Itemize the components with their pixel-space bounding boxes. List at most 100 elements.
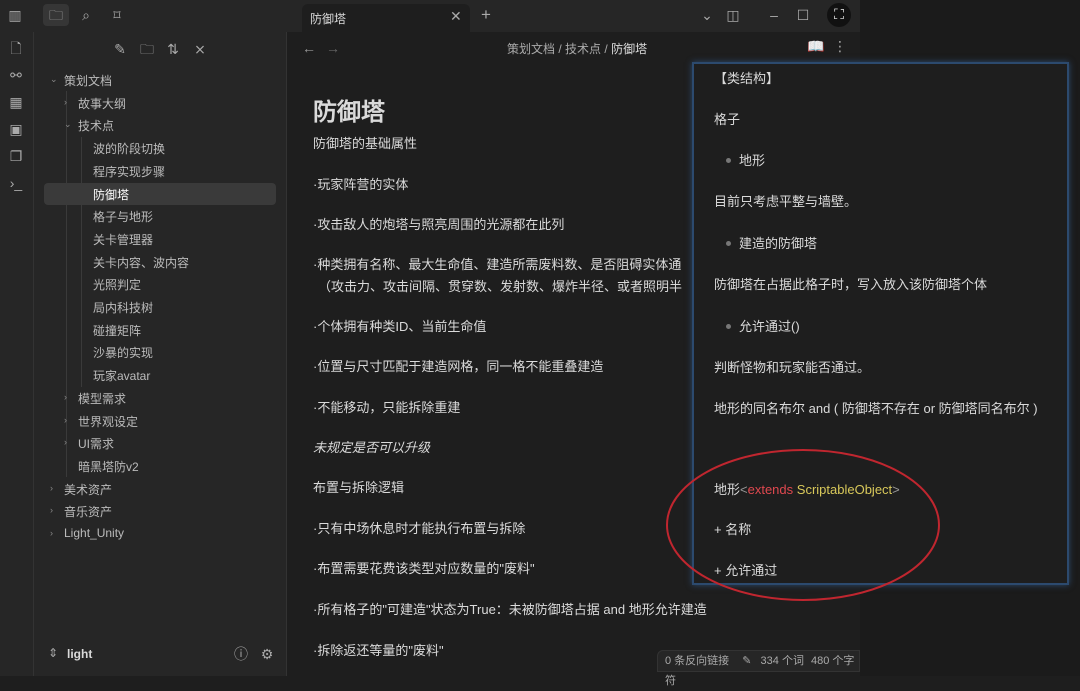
file-tree-item[interactable]: 玩家avatar	[93, 367, 150, 384]
bullet-icon	[726, 324, 731, 329]
chevron-icon[interactable]: ›	[50, 528, 53, 538]
bookmark-icon[interactable]: ⌑	[106, 4, 128, 26]
chevron-icon[interactable]: ›	[64, 415, 67, 425]
forward-icon[interactable]: →	[326, 40, 340, 56]
file-tree-item[interactable]: 碰撞矩阵	[93, 322, 141, 339]
settings-icon[interactable]: ⚙	[256, 643, 278, 665]
chevron-icon[interactable]: ⌄	[50, 74, 58, 85]
ribbon: 🗋 ⚯ ▦ ▣ ❐ ›_	[0, 32, 34, 676]
search-icon[interactable]: ⌕	[75, 4, 97, 26]
note-line: （攻击力、攻击间隔、贯穿数、发射数、爆炸半径、或者照明半	[318, 279, 683, 294]
note-line: ·拆除返还等量的"废料"	[313, 643, 444, 658]
graph-icon[interactable]: ⚯	[5, 64, 27, 86]
vault-name[interactable]: light	[67, 647, 92, 661]
note-line: ·布置需要花费该类型对应数量的"废料"	[313, 561, 535, 576]
bullet-icon	[726, 241, 731, 246]
breadcrumb-note: 防御塔	[611, 42, 648, 56]
file-tree-item[interactable]: 沙暴的实现	[93, 344, 153, 361]
popup-text: 判断怪物和玩家能否通过。	[714, 360, 871, 375]
note-line: ·位置与尺寸匹配于建造网格，同一格不能重叠建造	[313, 359, 604, 374]
file-tree-item[interactable]: 光照判定	[93, 276, 141, 293]
chevron-icon[interactable]: ›	[50, 483, 53, 493]
tab-active[interactable]: 防御塔 ✕	[302, 4, 470, 32]
sidebar-toggle-icon[interactable]: ▥	[4, 4, 26, 26]
word-count: 334 个词	[760, 655, 804, 667]
chevron-icon[interactable]: ›	[64, 392, 67, 402]
collapse-all-icon[interactable]: ⨯	[189, 38, 211, 60]
file-tree-item[interactable]: 波的阶段切换	[93, 140, 165, 157]
chevron-down-icon[interactable]: ⌄	[696, 4, 718, 26]
note-line: ·攻击敌人的炮塔与照亮周围的光源都在此列	[313, 217, 565, 232]
title-bar: ▥ 🗀 ⌕ ⌑ 防御塔 ✕ + ⌄ ◫ – ☐ ⛶	[0, 0, 860, 32]
file-tree-item[interactable]: 故事大纲	[78, 95, 126, 112]
folder-icon[interactable]: 🗀	[43, 4, 69, 26]
popup-bullet: 地形	[739, 153, 766, 168]
file-tree-item[interactable]: 关卡内容、波内容	[93, 254, 189, 271]
breadcrumb-subfolder[interactable]: 技术点	[565, 42, 601, 56]
annotation-ellipse	[666, 449, 940, 601]
note-line: ·玩家阵营的实体	[313, 177, 409, 192]
new-note-icon[interactable]: ✎	[109, 38, 131, 60]
tree-guide	[81, 137, 82, 387]
new-tab-button[interactable]: +	[475, 4, 497, 26]
popup-text: 地形的同名布尔 and ( 防御塔不存在 or 防御塔同名布尔 )	[714, 401, 1038, 416]
minimize-icon[interactable]: –	[763, 4, 785, 26]
quick-switch-icon[interactable]: 🗋	[5, 37, 27, 59]
note-line: 防御塔的基础属性	[313, 136, 418, 151]
chevron-icon[interactable]: ›	[64, 97, 67, 107]
file-tree-item[interactable]: 关卡管理器	[93, 231, 153, 248]
more-options-icon[interactable]: ⋮	[833, 38, 847, 55]
note-line: ·不能移动，只能拆除重建	[313, 400, 461, 415]
popup-bullet: 允许通过()	[739, 319, 800, 334]
help-icon[interactable]: ⓘ	[230, 643, 252, 665]
sort-icon[interactable]: ⇅	[162, 38, 184, 60]
file-tree-item[interactable]: 模型需求	[78, 390, 126, 407]
reading-view-icon[interactable]: 📖	[807, 38, 824, 55]
back-icon[interactable]: ←	[302, 40, 316, 56]
copy-icon[interactable]: ❐	[5, 145, 27, 167]
calendar-icon[interactable]: ▣	[5, 118, 27, 140]
file-tree-item[interactable]: 策划文档	[64, 72, 112, 89]
note-title: 防御塔	[313, 99, 385, 126]
popup-bullet: 建造的防御塔	[739, 236, 818, 251]
chevron-icon[interactable]: ⌄	[64, 119, 72, 130]
breadcrumb-sep: /	[558, 42, 562, 56]
note-line: ·所有格子的"可建造"状态为True：未被防御塔占据 and 地形允许建造	[313, 602, 707, 617]
canvas-icon[interactable]: ▦	[5, 91, 27, 113]
note-line: ·个体拥有种类ID、当前生命值	[313, 319, 487, 334]
file-tree-item[interactable]: 防御塔	[93, 186, 129, 203]
popup-text: 防御塔在占据此格子时，写入放入该防御塔个体	[714, 277, 988, 292]
note-line: 布置与拆除逻辑	[313, 480, 405, 495]
file-tree-item[interactable]: UI需求	[78, 435, 114, 452]
file-tree-item[interactable]: Light_Unity	[64, 526, 124, 540]
file-tree-item[interactable]: 格子与地形	[93, 208, 153, 225]
maximize-icon[interactable]: ☐	[792, 4, 814, 26]
file-tree-item[interactable]: 音乐资产	[64, 503, 112, 520]
tab-title: 防御塔	[310, 12, 347, 26]
status-bar: 0 条反向链接 ✎ 334 个词 480 个字符	[657, 650, 860, 687]
terminal-icon[interactable]: ›_	[5, 172, 27, 194]
file-explorer: ✎ 🗀 ⇅ ⨯ ⇕ light ⓘ ⚙	[34, 32, 287, 676]
chevron-icon[interactable]: ›	[50, 505, 53, 515]
backlinks-count[interactable]: 0 条反向链接	[665, 655, 729, 667]
popup-heading: 【类结构】	[714, 71, 780, 86]
file-tree-item[interactable]: 暗黑塔防v2	[78, 458, 139, 475]
chevron-icon[interactable]: ›	[64, 437, 67, 447]
file-tree-item[interactable]: 技术点	[78, 117, 114, 134]
file-tree-item[interactable]: 程序实现步骤	[93, 163, 165, 180]
right-sidebar-icon[interactable]: ◫	[722, 4, 744, 26]
breadcrumb-sep: /	[604, 42, 608, 56]
selected-highlight	[44, 183, 276, 205]
screenshot-icon[interactable]: ⛶	[827, 3, 851, 27]
file-tree-item[interactable]: 局内科技树	[93, 299, 153, 316]
bullet-icon	[726, 158, 731, 163]
vault-switch-icon[interactable]: ⇕	[48, 646, 58, 660]
popup-text: 格子	[714, 112, 741, 127]
file-tree-item[interactable]: 美术资产	[64, 481, 112, 498]
new-folder-icon[interactable]: 🗀	[136, 38, 158, 60]
note-line: ·种类拥有名称、最大生命值、建造所需废料数、是否阻碍实体通	[313, 257, 682, 272]
edit-icon[interactable]: ✎	[742, 655, 751, 667]
file-tree-item[interactable]: 世界观设定	[78, 413, 138, 430]
breadcrumb-folder[interactable]: 策划文档	[507, 42, 555, 56]
close-icon[interactable]: ✕	[450, 8, 462, 25]
